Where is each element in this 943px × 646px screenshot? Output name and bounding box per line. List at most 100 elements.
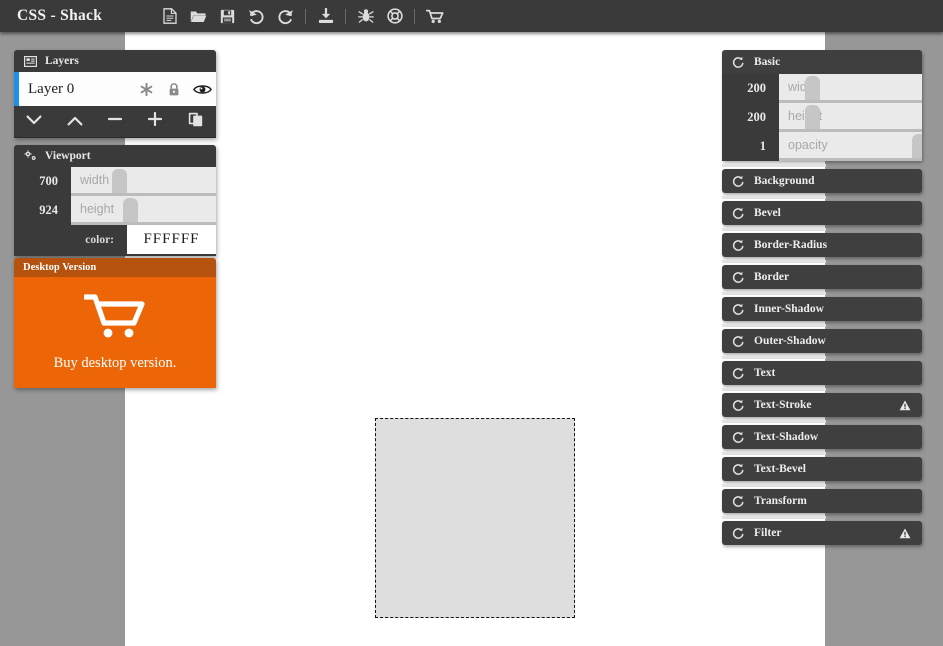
duplicate-layer-button[interactable] <box>179 109 213 135</box>
panel-divider <box>722 420 826 423</box>
basic-opacity-slider[interactable]: opacity <box>779 132 922 161</box>
settings-gears-icon <box>23 149 38 164</box>
reset-undo-icon[interactable] <box>731 462 746 477</box>
lifebuoy-help-icon[interactable] <box>380 4 409 28</box>
move-layer-up-button[interactable] <box>58 109 92 135</box>
undo-icon[interactable] <box>242 4 271 28</box>
panel-divider <box>722 388 826 391</box>
layer-row[interactable]: Layer 0 <box>14 72 216 106</box>
panel-divider <box>722 452 826 455</box>
text-stroke-panel-header[interactable]: Text-Stroke <box>722 393 922 417</box>
layers-panel: Layers Layer 0 <box>14 50 216 138</box>
reset-undo-icon[interactable] <box>731 55 746 70</box>
reset-undo-icon[interactable] <box>731 270 746 285</box>
bevel-panel-header[interactable]: Bevel <box>722 201 922 225</box>
export-download-icon[interactable] <box>311 4 340 28</box>
text-panel-header[interactable]: Text <box>722 361 922 385</box>
text-stroke-panel-title: Text-Stroke <box>754 399 812 411</box>
slider-handle[interactable] <box>804 76 820 100</box>
reset-undo-icon[interactable] <box>731 398 746 413</box>
reset-undo-icon[interactable] <box>731 366 746 381</box>
transform-panel-header[interactable]: Transform <box>722 489 922 513</box>
application-titlebar: CSS - Shack <box>0 0 943 32</box>
layers-panel-header[interactable]: Layers <box>14 50 216 72</box>
viewport-height-slider[interactable]: height <box>71 196 216 225</box>
basic-opacity-row: 1 opacity <box>722 132 922 161</box>
redo-icon[interactable] <box>271 4 300 28</box>
new-file-icon[interactable] <box>155 4 184 28</box>
outer-shadow-panel: Outer-Shadow <box>722 324 922 353</box>
slider-handle[interactable] <box>111 169 127 193</box>
border-panel: Border <box>722 260 922 289</box>
basic-height-slider[interactable]: height <box>779 103 922 132</box>
viewport-color-row: color: FFFFFF <box>14 225 216 254</box>
viewport-height-row: 924 height <box>14 196 216 225</box>
basic-panel-body: 200 width 200 height 1 opacity <box>722 74 922 161</box>
toolbar-separator <box>345 8 347 24</box>
buy-desktop-version-button[interactable]: Buy desktop version. <box>14 277 216 388</box>
text-shadow-panel-header[interactable]: Text-Shadow <box>722 425 922 449</box>
viewport-width-slider[interactable]: width <box>71 167 216 196</box>
canvas-selected-shape[interactable] <box>375 418 575 618</box>
reset-undo-icon[interactable] <box>731 302 746 317</box>
border-radius-panel-title: Border-Radius <box>754 239 828 251</box>
slider-handle[interactable] <box>123 198 139 222</box>
reset-undo-icon[interactable] <box>731 334 746 349</box>
filter-panel-title: Filter <box>754 527 782 539</box>
reset-undo-icon[interactable] <box>731 430 746 445</box>
border-panel-header[interactable]: Border <box>722 265 922 289</box>
border-radius-panel-header[interactable]: Border-Radius <box>722 233 922 257</box>
text-bevel-panel-title: Text-Bevel <box>754 463 806 475</box>
viewport-panel-body: 700 width 924 height color: FFFFFF <box>14 167 216 256</box>
open-folder-icon[interactable] <box>184 4 213 28</box>
viewport-width-value[interactable]: 700 <box>14 167 62 196</box>
layer-list: Layer 0 <box>14 72 216 106</box>
text-panel-title: Text <box>754 367 776 379</box>
basic-width-value[interactable]: 200 <box>722 74 770 103</box>
delete-layer-button[interactable] <box>98 109 132 135</box>
inner-shadow-panel-header[interactable]: Inner-Shadow <box>722 297 922 321</box>
reset-undo-icon[interactable] <box>731 206 746 221</box>
inner-shadow-panel: Inner-Shadow <box>722 292 922 321</box>
background-panel-header[interactable]: Background <box>722 169 922 193</box>
basic-width-slider[interactable]: width <box>779 74 922 103</box>
asterisk-effects-icon[interactable] <box>132 75 160 103</box>
save-icon[interactable] <box>213 4 242 28</box>
basic-panel-header[interactable]: Basic <box>722 50 922 74</box>
panel-divider <box>722 260 826 263</box>
slider-handle[interactable] <box>804 105 820 129</box>
viewport-height-value[interactable]: 924 <box>14 196 62 225</box>
text-stroke-panel: Text-Stroke <box>722 388 922 417</box>
viewport-color-input[interactable]: FFFFFF <box>127 225 216 254</box>
lock-icon[interactable] <box>160 75 188 103</box>
basic-opacity-value[interactable]: 1 <box>722 132 770 161</box>
panel-divider <box>722 324 826 327</box>
border-panel-title: Border <box>754 271 790 283</box>
reset-undo-icon[interactable] <box>731 238 746 253</box>
panel-divider <box>722 228 826 231</box>
viewport-panel-header[interactable]: Viewport <box>14 145 216 167</box>
text-bevel-panel-header[interactable]: Text-Bevel <box>722 457 922 481</box>
design-canvas[interactable] <box>125 32 825 646</box>
shopping-cart-icon[interactable] <box>420 4 449 28</box>
reset-undo-icon[interactable] <box>731 526 746 541</box>
viewport-panel: Viewport 700 width 924 height color: FFF… <box>14 145 216 256</box>
warning-icon <box>899 400 911 411</box>
row-arrow-icon <box>118 225 127 254</box>
collapsed-property-panels: Background Bevel Border-Radius Border Inner-… <box>722 164 922 545</box>
move-layer-down-button[interactable] <box>17 109 51 135</box>
add-layer-button[interactable] <box>138 109 172 135</box>
basic-panel: Basic 200 width 200 height 1 <box>722 50 922 161</box>
outer-shadow-panel-header[interactable]: Outer-Shadow <box>722 329 922 353</box>
eye-visible-icon[interactable] <box>188 75 216 103</box>
viewport-panel-title: Viewport <box>45 150 91 162</box>
bug-icon[interactable] <box>351 4 380 28</box>
slider-handle[interactable] <box>911 134 922 158</box>
layers-panel-title: Layers <box>45 55 79 67</box>
reset-undo-icon[interactable] <box>731 494 746 509</box>
basic-height-value[interactable]: 200 <box>722 103 770 132</box>
panel-divider <box>722 356 826 359</box>
reset-undo-icon[interactable] <box>731 174 746 189</box>
plus-icon <box>147 111 163 131</box>
filter-panel-header[interactable]: Filter <box>722 521 922 545</box>
